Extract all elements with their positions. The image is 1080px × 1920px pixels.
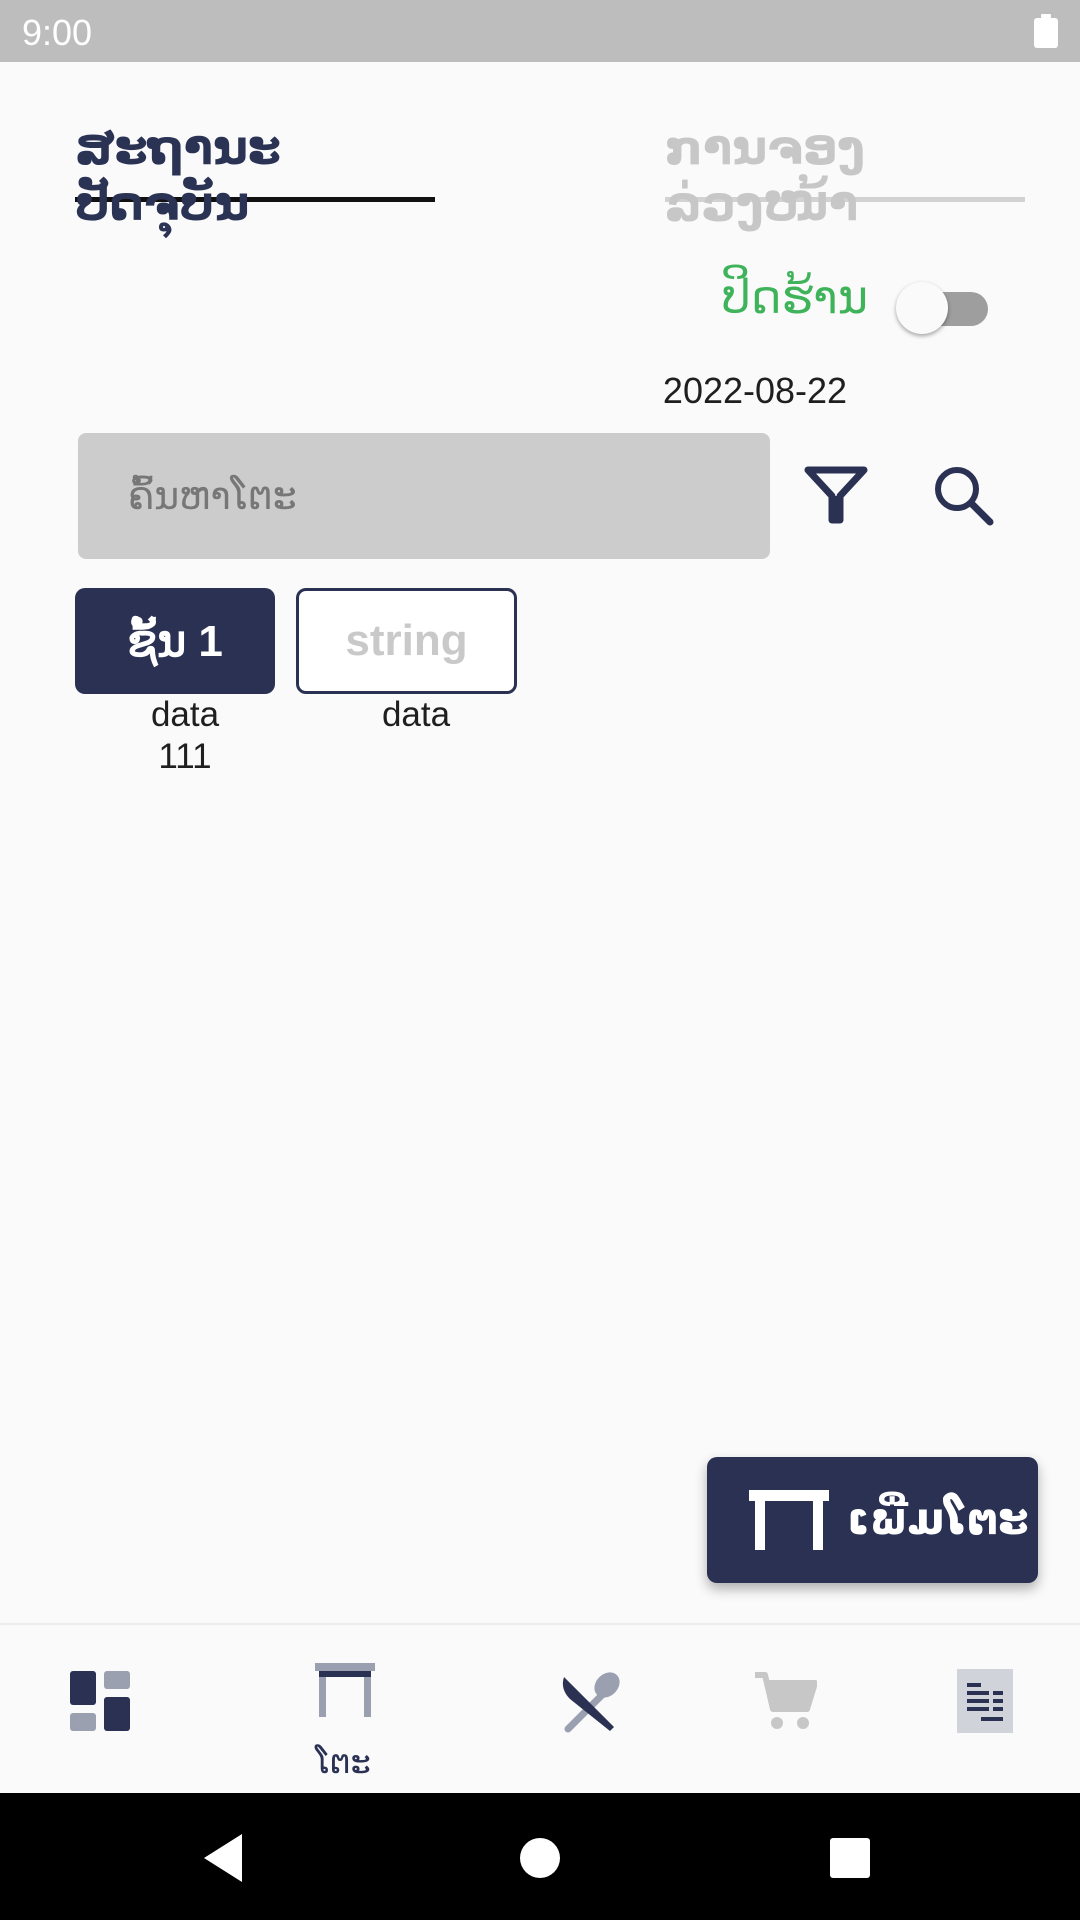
floor-1-info: data 111 (75, 694, 295, 778)
table-icon (315, 1663, 375, 1717)
nav-table[interactable]: ໂຕະ (283, 1625, 403, 1795)
dashboard-icon (70, 1671, 130, 1731)
search-box (78, 433, 770, 559)
floor-2-info: data (296, 694, 536, 736)
nav-cart[interactable] (723, 1625, 843, 1795)
back-icon[interactable] (196, 1828, 256, 1888)
filter-button[interactable] (800, 462, 872, 528)
cart-icon (755, 1672, 817, 1729)
search-icon (935, 467, 994, 526)
home-icon[interactable] (510, 1828, 570, 1888)
floor-1-count: 111 (158, 737, 212, 776)
status-time: 9:00 (22, 12, 93, 53)
search-table-input[interactable] (128, 433, 748, 559)
battery-icon (1034, 14, 1058, 48)
floor-chip-1[interactable]: ຊັ້ນ 1 (75, 588, 275, 694)
table-icon (749, 1490, 829, 1550)
filter-icon (804, 466, 868, 524)
floor-2-data: data (381, 695, 451, 734)
search-button[interactable] (928, 462, 1000, 528)
recents-icon[interactable] (820, 1828, 880, 1888)
add-table-label: ເພີ່ມໂຕະ (847, 1494, 1029, 1545)
system-nav-bar (0, 1793, 1080, 1920)
nav-table-label: ໂຕະ (315, 1743, 371, 1781)
cutlery-icon (562, 1672, 620, 1733)
bottom-nav: ໂຕະ (0, 1623, 1080, 1793)
tab-current-status[interactable]: ສະຖານະປັດຈຸບັນ (75, 120, 435, 232)
toggle-thumb (896, 282, 948, 334)
shop-status-label: ປິດຮ້ານ (721, 270, 868, 324)
floor-chip-2[interactable]: string (296, 588, 517, 694)
current-date: 2022-08-22 (662, 370, 848, 411)
receipt-icon (957, 1669, 1013, 1733)
status-bar: 9:00 (0, 0, 1080, 62)
floor-1-data: data (150, 695, 220, 734)
nav-menu[interactable] (528, 1625, 648, 1795)
add-table-button[interactable]: ເພີ່ມໂຕະ (707, 1457, 1038, 1583)
shop-open-toggle[interactable] (896, 282, 992, 334)
nav-receipt[interactable] (923, 1625, 1043, 1795)
nav-dashboard[interactable] (38, 1625, 158, 1795)
tab-advance-booking[interactable]: ການຈອງລ່ວງໜ້າ (665, 120, 1025, 232)
